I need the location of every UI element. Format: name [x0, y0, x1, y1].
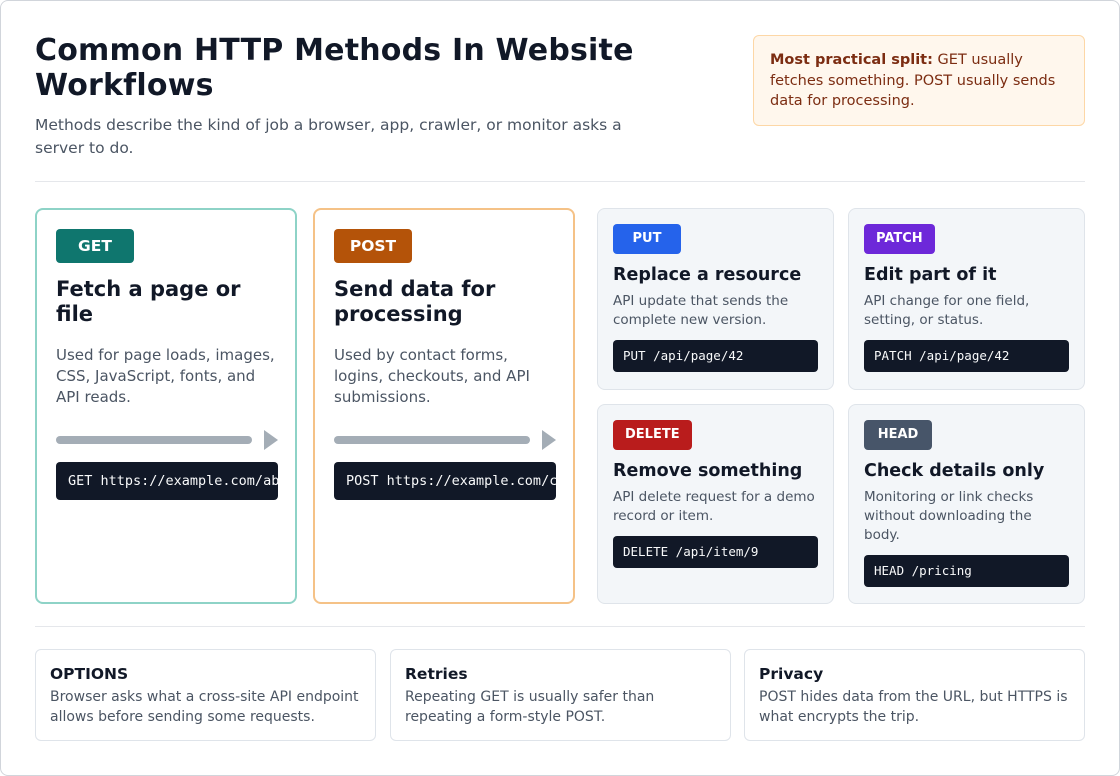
- page-subtitle: Methods describe the kind of job a brows…: [35, 116, 622, 157]
- head-example-code: HEAD /pricing: [864, 555, 1069, 587]
- put-card-description: API update that sends the complete new v…: [613, 293, 789, 328]
- note-options-text: Browser asks what a cross-site API endpo…: [50, 689, 359, 725]
- head-method-card: HEAD Check details only Monitoring or li…: [848, 404, 1085, 604]
- method-badge-put: PUT: [613, 224, 681, 254]
- put-example-code: PUT /api/page/42: [613, 340, 818, 372]
- note-options: OPTIONS Browser asks what a cross-site A…: [35, 649, 376, 741]
- post-method-card: POST Send data for processing Used by co…: [313, 208, 575, 604]
- delete-card-description: API delete request for a demo record or …: [613, 489, 815, 524]
- patch-example-code: PATCH /api/page/42: [864, 340, 1069, 372]
- request-arrow-icon: [56, 430, 278, 450]
- page-title: Common HTTP Methods In Website Workflows: [35, 33, 634, 103]
- callout-lead: Most practical split:: [770, 52, 933, 68]
- head-card-title: Check details only: [864, 461, 1045, 481]
- get-card-description: Used for page loads, images, CSS, JavaSc…: [56, 346, 275, 406]
- note-retries-text: Repeating GET is usually safer than repe…: [405, 689, 655, 725]
- method-badge-head: HEAD: [864, 420, 932, 450]
- get-example-code: GET https://example.com/about: [56, 462, 278, 500]
- note-privacy-title: Privacy: [759, 665, 824, 683]
- post-card-description: Used by contact forms, logins, checkouts…: [334, 346, 530, 406]
- note-privacy-text: POST hides data from the URL, but HTTPS …: [759, 689, 1068, 725]
- footer-divider: [35, 626, 1085, 627]
- get-card-title: Fetch a page or file: [56, 277, 241, 326]
- put-method-card: PUT Replace a resource API update that s…: [597, 208, 834, 390]
- patch-card-title: Edit part of it: [864, 265, 997, 285]
- method-badge-delete: DELETE: [613, 420, 692, 450]
- note-retries-title: Retries: [405, 665, 468, 683]
- patch-method-card: PATCH Edit part of it API change for one…: [848, 208, 1085, 390]
- note-options-title: OPTIONS: [50, 665, 129, 683]
- practical-split-callout: Most practical split: GET usually fetche…: [753, 35, 1085, 126]
- delete-method-card: DELETE Remove something API delete reque…: [597, 404, 834, 604]
- delete-example-code: DELETE /api/item/9: [613, 536, 818, 568]
- note-privacy: Privacy POST hides data from the URL, bu…: [744, 649, 1085, 741]
- patch-card-description: API change for one field, setting, or st…: [864, 293, 1030, 328]
- delete-card-title: Remove something: [613, 461, 803, 481]
- header-divider: [35, 181, 1085, 182]
- head-card-description: Monitoring or link checks without downlo…: [864, 489, 1034, 543]
- method-badge-patch: PATCH: [864, 224, 935, 254]
- post-example-code: POST https://example.com/contact: [334, 462, 556, 500]
- request-arrow-icon: [334, 430, 556, 450]
- post-card-title: Send data for processing: [334, 277, 496, 326]
- method-badge-get: GET: [56, 229, 134, 263]
- note-retries: Retries Repeating GET is usually safer t…: [390, 649, 731, 741]
- get-method-card: GET Fetch a page or file Used for page l…: [35, 208, 297, 604]
- put-card-title: Replace a resource: [613, 265, 802, 285]
- method-badge-post: POST: [334, 229, 412, 263]
